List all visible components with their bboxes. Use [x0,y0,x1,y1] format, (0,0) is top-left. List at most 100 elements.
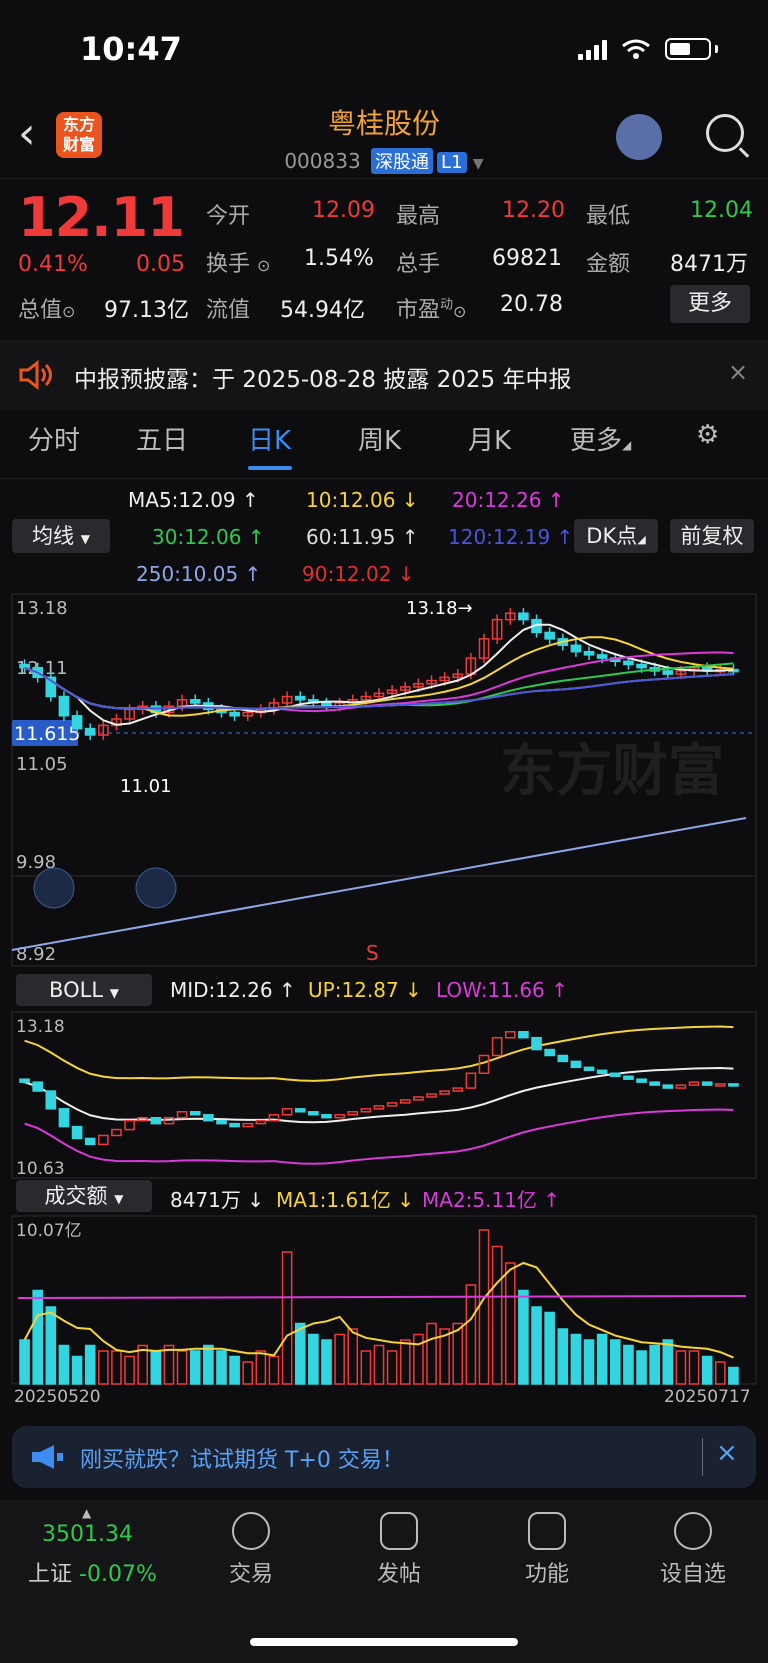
banner-close-icon[interactable]: × [716,1438,738,1468]
tab-rik[interactable]: 日K [248,420,291,457]
boll-candle [649,1081,660,1086]
volume-bar [714,1361,726,1385]
volume-y-top: 10.07亿 [16,1221,82,1241]
futures-banner[interactable]: 刚买就跌？试试期货 T+0 交易！ × [12,1426,756,1488]
search-icon[interactable] [706,114,744,152]
volume-bar [294,1322,306,1385]
fullscreen-icon[interactable] [135,867,177,909]
ma-line [24,666,734,710]
boll-candle [688,1081,700,1086]
volume-bar [98,1350,109,1385]
boll-candle [386,1102,398,1107]
volume-bar [504,1262,516,1385]
volume-bar [84,1344,96,1385]
boll-candle [294,1108,306,1113]
ma-selector[interactable]: 均线 ▼ [12,519,110,553]
boll-candle [334,1113,345,1119]
nav-trade[interactable]: 交易 [196,1512,306,1588]
boll-candle [45,1090,57,1110]
volume-bar [32,1289,44,1385]
volume-value: 69821 [492,246,562,271]
ma10-value: 10:12.06 ↓ [306,488,419,512]
volume-bar [531,1306,542,1385]
status-time: 10:47 [80,30,182,68]
more-button[interactable]: 更多 [670,285,750,323]
volume-ma1: MA1:1.61亿 ↓ [276,1188,415,1212]
boll-candle [701,1081,713,1086]
notice-text: 中报预披露：于 2025-08-28 披露 2025 年中报 [74,367,572,393]
boll-candle [229,1122,240,1128]
candle-body [58,695,70,717]
volume-bar [491,1245,503,1385]
boll-candle [609,1072,621,1077]
volume-bar [557,1328,569,1385]
nav-watchlist[interactable]: 设自选 [638,1512,748,1588]
volume-bar [308,1333,319,1385]
volume-bar [203,1344,214,1385]
tab-yuek[interactable]: 月K [468,420,511,457]
close-icon[interactable]: × [728,358,748,386]
settings-gear-icon[interactable]: ⚙ [696,420,719,450]
boll-candle [19,1078,30,1083]
index-info[interactable]: 上证 -0.07% [28,1556,157,1588]
low-value: 12.04 [690,198,753,223]
tab-wuri[interactable]: 五日 [136,420,188,457]
volume-bar [242,1361,254,1385]
period-tabs: 分时 五日 日K 周K 月K 更多◢ ⚙ [0,420,768,476]
volume-bar [347,1328,359,1385]
low-label: 最低 [586,204,631,229]
boll-candle [308,1111,319,1116]
pe-label: 市盈动⊙ [396,297,467,323]
tab-fenshi[interactable]: 分时 [28,420,80,457]
volume-bar [281,1251,293,1385]
volume-bar [609,1339,621,1385]
chevron-down-icon[interactable]: ▼ [473,156,484,172]
volume-bar [189,1350,201,1385]
kline-chart[interactable]: 东方财富 13.18 12.11 11.615 11.05 9.98 8.92 … [0,590,768,970]
volume-bar [623,1344,634,1385]
tab-more[interactable]: 更多◢ [570,420,631,457]
banner-text: 刚买就跌？试试期货 T+0 交易！ [80,1448,404,1473]
robot-assistant-icon[interactable] [616,114,662,160]
candle-body [623,660,634,666]
boll-candle [255,1119,267,1125]
boll-candle [242,1122,254,1128]
volume-bar [675,1350,687,1385]
boll-candle [518,1031,529,1039]
boll-candle [426,1093,437,1098]
mktcap-value: 97.13亿 [104,298,189,323]
dk-point-button[interactable]: DK点◢ [574,519,658,553]
volume-bar [701,1355,713,1385]
volume-selector[interactable]: 成交额 ▼ [16,1180,152,1212]
ma60-value: 60:11.95 ↑ [306,525,419,549]
volume-chart[interactable]: 10.07亿 20250520 20250717 [0,1214,768,1410]
nav-post[interactable]: 发帖 [344,1512,454,1588]
nav-function[interactable]: 功能 [492,1512,602,1588]
boll-candle [281,1108,293,1116]
index-value[interactable]: 3501.34 [42,1522,133,1547]
mktcap-label: 总值⊙ [18,298,76,323]
volume-bar [636,1350,647,1385]
boll-candle [636,1078,647,1083]
volume-bar [426,1322,437,1385]
volume-bar [544,1311,555,1385]
ma250-value: 250:10.05 ↑ [136,562,262,586]
tab-zhouk[interactable]: 周K [358,420,401,457]
pe-value: 20.78 [500,292,563,317]
yen-icon [232,1512,270,1550]
ma-line [24,666,734,710]
boll-candle [570,1060,582,1069]
boll-up: UP:12.87 ↓ [308,978,422,1002]
boll-candle [728,1083,739,1087]
volume-bar [570,1333,582,1385]
boll-candle [504,1031,516,1039]
boll-selector[interactable]: BOLL ▼ [16,974,152,1006]
notice-bar[interactable]: 中报预披露：于 2025-08-28 披露 2025 年中报 × [0,340,768,410]
boll-chart[interactable]: 13.18 10.63 [0,1010,768,1180]
candle-body [19,663,30,669]
candle-body [570,644,582,653]
candle-body [544,631,555,640]
adjust-button[interactable]: 前复权 [670,519,754,553]
volume-bar [150,1350,162,1385]
expand-left-icon[interactable] [33,867,75,909]
